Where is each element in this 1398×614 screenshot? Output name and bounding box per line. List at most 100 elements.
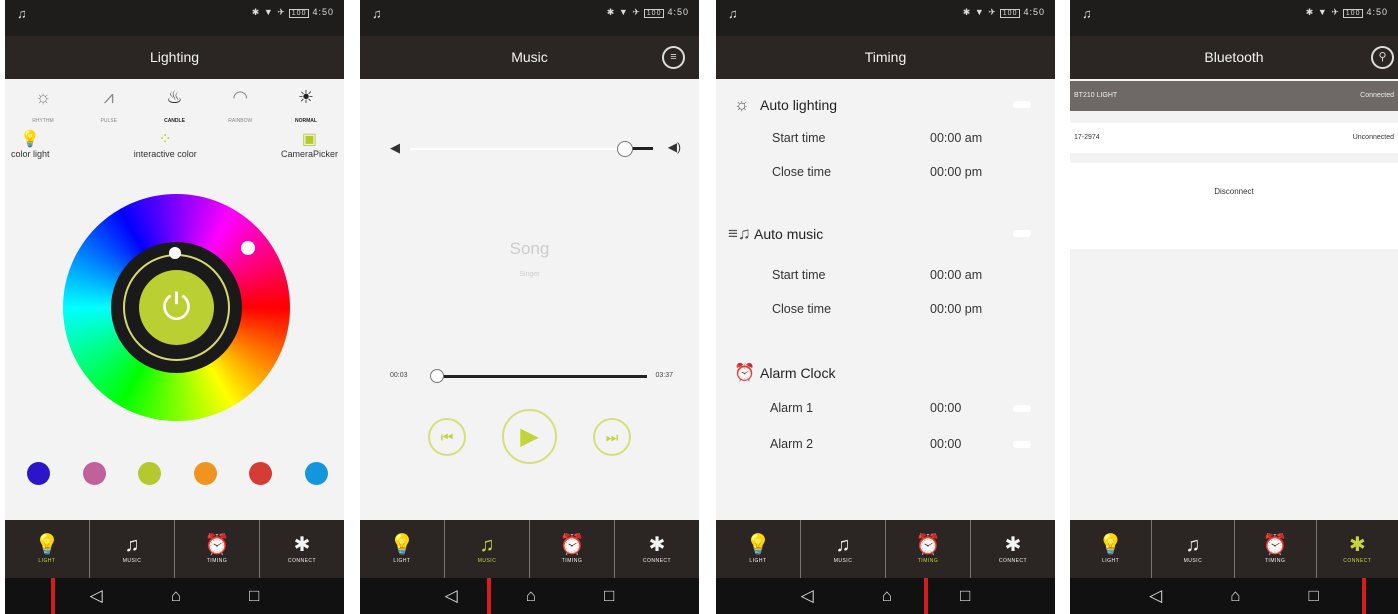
bulb-icon: 💡 — [389, 534, 415, 556]
music-note-icon: ♫ — [372, 6, 382, 21]
home-icon[interactable]: ⌂ — [1230, 586, 1240, 606]
interactive-color-button[interactable]: ⁘ interactive color — [134, 129, 197, 159]
mode-pulse[interactable]: ⩘ PULSE — [79, 87, 139, 127]
mode-rainbow[interactable]: ◠ RAINBOW — [210, 87, 270, 127]
music-note-icon: ♫ — [479, 534, 495, 556]
hue-picker-knob[interactable] — [241, 241, 255, 255]
recent-apps-icon[interactable]: □ — [1309, 586, 1319, 606]
auto-music-toggle[interactable] — [1013, 230, 1031, 237]
clock: 4:50 — [1023, 7, 1045, 17]
tab-music[interactable]: ♫ MUSIC — [1152, 520, 1235, 578]
auto-lighting-toggle[interactable] — [1013, 101, 1031, 108]
tab-light[interactable]: 💡 LIGHT — [5, 520, 90, 578]
close-time-value[interactable]: 00:00 pm — [930, 165, 982, 179]
start-time-value[interactable]: 00:00 am — [930, 268, 982, 282]
swatch-cyan[interactable] — [304, 462, 328, 485]
mode-normal[interactable]: ☀ NORMAL — [276, 87, 336, 127]
tab-light[interactable]: 💡 LIGHT — [716, 520, 801, 578]
swatch-pink[interactable] — [82, 462, 106, 485]
tab-connect[interactable]: ✱ CONNECT — [1317, 520, 1398, 578]
tab-connect[interactable]: ✱ CONNECT — [971, 520, 1055, 578]
alarm-2-toggle[interactable] — [1013, 441, 1031, 448]
brightness-knob[interactable] — [169, 247, 181, 259]
battery-icon: 100 — [288, 9, 310, 18]
power-button[interactable]: ⏻ — [139, 270, 214, 345]
device-row[interactable]: 17-2974 Unconnected — [1070, 123, 1398, 153]
tab-label: MUSIC — [1183, 558, 1203, 564]
light-mode-label: interactive color — [133, 149, 197, 159]
title-text: Music — [511, 49, 548, 65]
alarm-clock-icon: ⏰ — [915, 534, 941, 556]
tab-music[interactable]: ♫ MUSIC — [445, 520, 530, 578]
next-button[interactable]: ⏭ — [593, 417, 631, 456]
alarm-1-toggle[interactable] — [1013, 405, 1031, 412]
tab-light[interactable]: 💡 LIGHT — [360, 520, 445, 578]
back-icon[interactable]: ◁ — [1149, 586, 1162, 606]
alarm-2-label: Alarm 2 — [770, 437, 814, 451]
device-row[interactable]: BT210 LIGHT Connected — [1070, 81, 1398, 111]
alarm-1-label: Alarm 1 — [770, 401, 814, 415]
color-light-button[interactable]: 💡 color light — [11, 129, 50, 159]
current-time: 00:03 — [390, 372, 408, 379]
color-wheel[interactable]: ⏻ — [63, 194, 290, 421]
tab-music[interactable]: ♫ MUSIC — [801, 520, 886, 578]
signal-icons: ✱ ▼ ✈ — [962, 7, 997, 17]
light-mode-label: color light — [11, 149, 50, 159]
timing-content: ☼ Auto lighting Start time 00:00 am Close… — [716, 79, 1055, 520]
volume-thumb[interactable] — [617, 141, 633, 157]
bluetooth-content: BT210 LIGHT Connected 17-2974 Unconnected … — [1070, 79, 1398, 520]
tab-label: CONNECT — [998, 558, 1028, 564]
sun-icon: ☀ — [297, 87, 315, 107]
swatch-orange[interactable] — [193, 462, 217, 485]
tab-label: MUSIC — [477, 558, 497, 564]
swatch-red[interactable] — [249, 462, 273, 485]
swatch-blue[interactable] — [27, 462, 50, 485]
disconnect-button[interactable]: Disconnect — [1070, 163, 1398, 249]
mode-rhythm[interactable]: ☼ RHYTHM — [13, 87, 73, 127]
brightness-ring[interactable]: ⏻ — [111, 242, 242, 373]
progress-thumb[interactable] — [430, 369, 444, 383]
tab-label: LIGHT — [1102, 558, 1120, 564]
recent-apps-icon[interactable]: □ — [604, 586, 614, 606]
volume-slider[interactable]: ◀ ◀) — [390, 140, 681, 157]
recent-apps-icon[interactable]: □ — [249, 586, 259, 606]
back-icon[interactable]: ◁ — [801, 586, 814, 606]
start-time-value[interactable]: 00:00 am — [930, 131, 982, 145]
close-time-value[interactable]: 00:00 pm — [930, 302, 982, 316]
progress-slider[interactable]: 00:03 03:37 — [390, 369, 673, 383]
search-icon[interactable]: ⚲ — [1371, 46, 1394, 69]
battery-icon: 100 — [643, 9, 665, 18]
clock: 4:50 — [667, 7, 689, 17]
tab-timing[interactable]: ⏰ TIMING — [530, 520, 615, 578]
menu-icon[interactable]: ≡ — [662, 46, 685, 69]
tab-music[interactable]: ♫ MUSIC — [90, 520, 175, 578]
status-bar: ♫ ✱ ▼ ✈ 100 4:50 — [5, 0, 344, 36]
back-icon[interactable]: ◁ — [90, 586, 103, 606]
alarm-2-value[interactable]: 00:00 — [930, 437, 961, 451]
home-icon[interactable]: ⌂ — [526, 586, 536, 606]
tab-connect[interactable]: ✱ CONNECT — [615, 520, 699, 578]
recent-apps-icon[interactable]: □ — [960, 586, 970, 606]
clock: 4:50 — [1366, 7, 1388, 17]
device-name: BT210 LIGHT — [1074, 92, 1118, 99]
mode-candle[interactable]: ♨ CANDLE — [145, 87, 205, 127]
back-icon[interactable]: ◁ — [445, 586, 458, 606]
home-icon[interactable]: ⌂ — [171, 586, 181, 606]
tab-timing[interactable]: ⏰ TIMING — [175, 520, 260, 578]
mode-label: RHYTHM — [32, 118, 54, 124]
mode-label: RAINBOW — [228, 118, 253, 124]
status-icons: ✱ ▼ ✈ 100 4:50 — [607, 7, 689, 18]
play-button[interactable]: ▶ — [502, 409, 557, 464]
alarm-1-value[interactable]: 00:00 — [930, 401, 961, 415]
title-text: Bluetooth — [1204, 49, 1264, 65]
previous-button[interactable]: ⏮ — [428, 417, 466, 456]
swatch-green[interactable] — [138, 462, 162, 485]
tab-timing[interactable]: ⏰ TIMING — [886, 520, 971, 578]
tab-label: MUSIC — [833, 558, 853, 564]
tab-timing[interactable]: ⏰ TIMING — [1235, 520, 1317, 578]
camera-picker-button[interactable]: ▣ CameraPicker — [281, 129, 338, 159]
tab-connect[interactable]: ✱ CONNECT — [260, 520, 344, 578]
flame-icon: ♨ — [166, 87, 183, 107]
home-icon[interactable]: ⌂ — [882, 586, 892, 606]
tab-light[interactable]: 💡 LIGHT — [1070, 520, 1153, 578]
